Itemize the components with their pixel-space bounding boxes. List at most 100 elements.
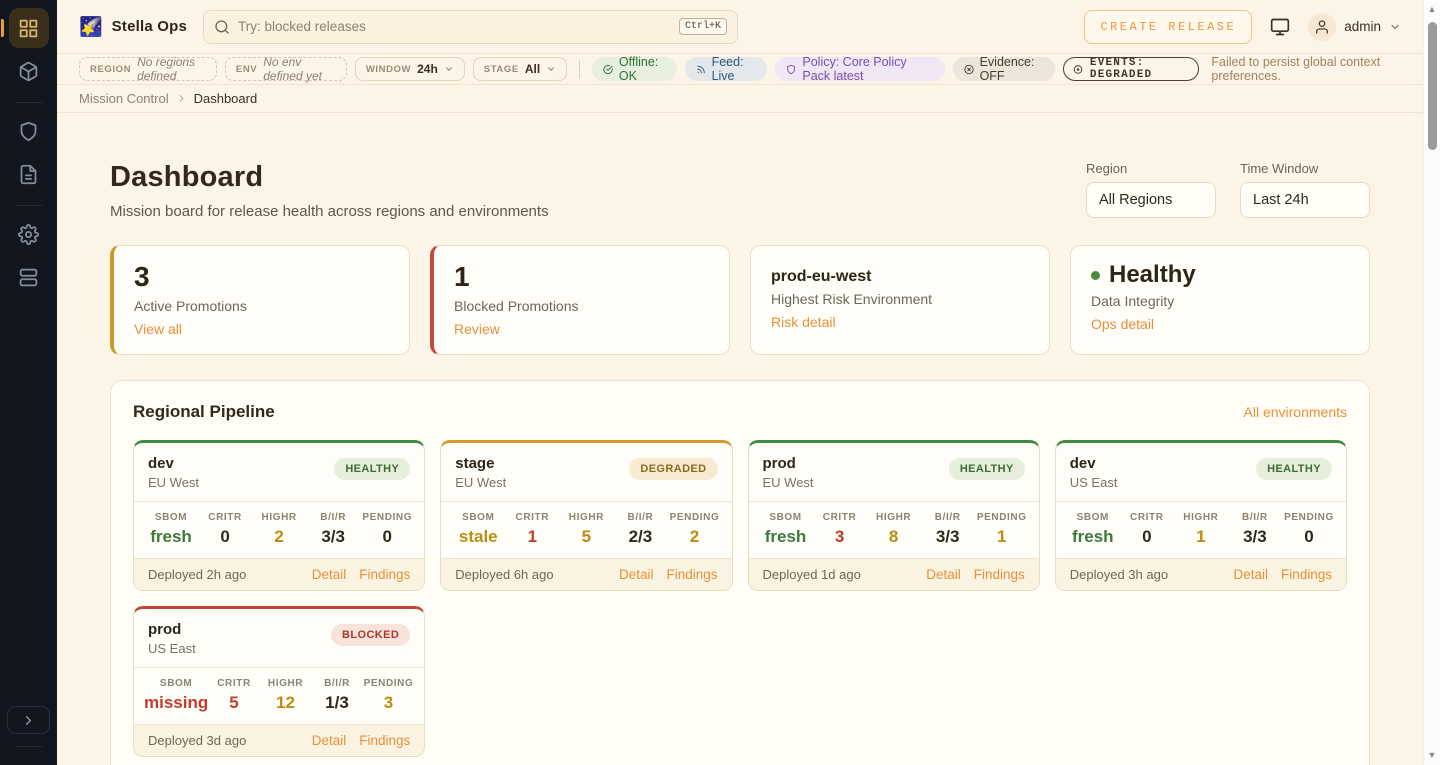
stat-card-data-integrity: Healthy Data Integrity Ops detail <box>1070 245 1370 355</box>
pipeline-card-prod-eu-west: prod EU West HEALTHY SBOMfresh CRITR3 HI… <box>748 440 1040 591</box>
sbom-value: fresh <box>759 527 813 547</box>
file-icon <box>18 164 39 185</box>
context-alert-text: Failed to persist global context prefere… <box>1211 55 1401 83</box>
sidebar-divider <box>16 102 42 103</box>
findings-link[interactable]: Findings <box>359 733 410 748</box>
brand[interactable]: 🌠 Stella Ops <box>79 15 187 39</box>
risk-detail-link[interactable]: Risk detail <box>771 314 836 330</box>
user-icon <box>1314 19 1330 35</box>
events-status-pill[interactable]: EVENTS: DEGRADED <box>1063 57 1200 81</box>
search-shortcut-badge: Ctrl+K <box>679 18 727 35</box>
detail-link[interactable]: Detail <box>312 733 347 748</box>
findings-link[interactable]: Findings <box>666 567 717 582</box>
stat-value: 3 <box>134 262 389 293</box>
stat-value: prod-eu-west <box>771 262 1029 286</box>
user-menu[interactable]: admin <box>1308 13 1401 41</box>
events-status-text: EVENTS: DEGRADED <box>1090 57 1187 81</box>
critr-value: 3 <box>813 527 867 547</box>
metric-label: SBOM <box>144 512 198 523</box>
metric-label: CRITR <box>208 678 260 689</box>
window-context-dropdown[interactable]: WINDOW 24h <box>355 57 465 81</box>
gear-icon <box>18 224 39 245</box>
metric-label: CRITR <box>1120 512 1174 523</box>
bir-value: 3/3 <box>921 527 975 547</box>
critr-value: 0 <box>1120 527 1174 547</box>
env-name: stage <box>455 455 506 473</box>
deployed-text: Deployed 3h ago <box>1070 567 1168 582</box>
scroll-up-arrow-icon[interactable]: ▲ <box>1428 0 1437 19</box>
region-context-chip[interactable]: REGION No regions defined <box>79 57 217 81</box>
policy-status-text: Policy: Core Policy Pack latest <box>802 55 933 83</box>
findings-link[interactable]: Findings <box>974 567 1025 582</box>
highr-value: 2 <box>252 527 306 547</box>
deployed-text: Deployed 3d ago <box>148 733 246 748</box>
ops-detail-link[interactable]: Ops detail <box>1091 316 1154 332</box>
sidebar-item-releases[interactable] <box>9 51 49 91</box>
scrollbar-thumb[interactable] <box>1428 22 1437 150</box>
sidebar-item-infrastructure[interactable] <box>9 257 49 297</box>
evidence-status-chip[interactable]: Evidence: OFF <box>953 57 1055 81</box>
bir-value: 1/3 <box>311 693 363 713</box>
page-content: Dashboard Mission board for release heal… <box>57 113 1423 765</box>
highr-value: 5 <box>559 527 613 547</box>
status-badge: BLOCKED <box>331 624 410 646</box>
rss-icon <box>696 63 706 76</box>
grid-icon <box>18 18 39 39</box>
region-chip-label: REGION <box>90 64 131 75</box>
sidebar-item-dashboard[interactable] <box>9 8 49 48</box>
stage-chip-value: All <box>525 62 540 76</box>
detail-link[interactable]: Detail <box>926 567 961 582</box>
detail-link[interactable]: Detail <box>312 567 347 582</box>
metric-label: CRITR <box>813 512 867 523</box>
findings-link[interactable]: Findings <box>1281 567 1332 582</box>
review-link[interactable]: Review <box>454 321 500 337</box>
findings-link[interactable]: Findings <box>359 567 410 582</box>
sidebar-item-security[interactable] <box>9 111 49 151</box>
env-context-chip[interactable]: ENV No env defined yet <box>225 57 347 81</box>
bir-value: 2/3 <box>613 527 667 547</box>
search-input[interactable] <box>238 19 671 34</box>
env-chip-label: ENV <box>236 64 257 75</box>
env-region: US East <box>148 641 196 656</box>
detail-link[interactable]: Detail <box>619 567 654 582</box>
metric-label: PENDING <box>363 678 415 689</box>
policy-status-chip[interactable]: Policy: Core Policy Pack latest <box>775 57 944 81</box>
view-all-link[interactable]: View all <box>134 321 182 337</box>
search-icon <box>214 19 230 35</box>
critr-value: 5 <box>208 693 260 713</box>
evidence-status-text: Evidence: OFF <box>980 55 1044 83</box>
offline-status-text: Offline: OK <box>619 55 666 83</box>
time-window-filter: Time Window Last 24h <box>1240 161 1370 218</box>
pending-value: 0 <box>1282 527 1336 547</box>
critr-value: 0 <box>198 527 252 547</box>
sidebar-item-documents[interactable] <box>9 154 49 194</box>
pipeline-card-stage-eu-west: stage EU West DEGRADED SBOMstale CRITR1 … <box>440 440 732 591</box>
breadcrumb-parent[interactable]: Mission Control <box>79 91 169 106</box>
env-region: EU West <box>455 475 506 490</box>
metric-label: HIGHR <box>867 512 921 523</box>
scroll-down-arrow-icon[interactable]: ▼ <box>1428 746 1437 765</box>
metric-label: B/I/R <box>1228 512 1282 523</box>
time-window-filter-select[interactable]: Last 24h <box>1240 182 1370 218</box>
sidebar-item-settings[interactable] <box>9 214 49 254</box>
monitor-button[interactable] <box>1270 17 1290 37</box>
global-search[interactable]: Ctrl+K <box>203 10 738 44</box>
all-environments-link[interactable]: All environments <box>1244 404 1348 420</box>
sbom-value: fresh <box>144 527 198 547</box>
stage-context-dropdown[interactable]: STAGE All <box>473 57 567 81</box>
status-badge: DEGRADED <box>629 458 717 480</box>
create-release-button[interactable]: CREATE RELEASE <box>1084 10 1252 44</box>
metric-label: PENDING <box>667 512 721 523</box>
detail-link[interactable]: Detail <box>1233 567 1268 582</box>
feed-status-chip[interactable]: Feed: Live <box>685 57 768 81</box>
env-region: US East <box>1070 475 1118 490</box>
highr-value: 12 <box>260 693 312 713</box>
feed-status-text: Feed: Live <box>712 55 757 83</box>
chevron-down-icon <box>1389 21 1401 33</box>
chevron-down-icon <box>546 64 556 74</box>
offline-status-chip[interactable]: Offline: OK <box>592 57 677 81</box>
app-screen: 🌠 Stella Ops Ctrl+K CREATE RELEASE admin <box>0 0 1440 765</box>
sidebar-expand-button[interactable] <box>7 706 50 734</box>
vertical-scrollbar[interactable]: ▲ ▼ <box>1423 0 1440 765</box>
region-filter-select[interactable]: All Regions <box>1086 182 1216 218</box>
